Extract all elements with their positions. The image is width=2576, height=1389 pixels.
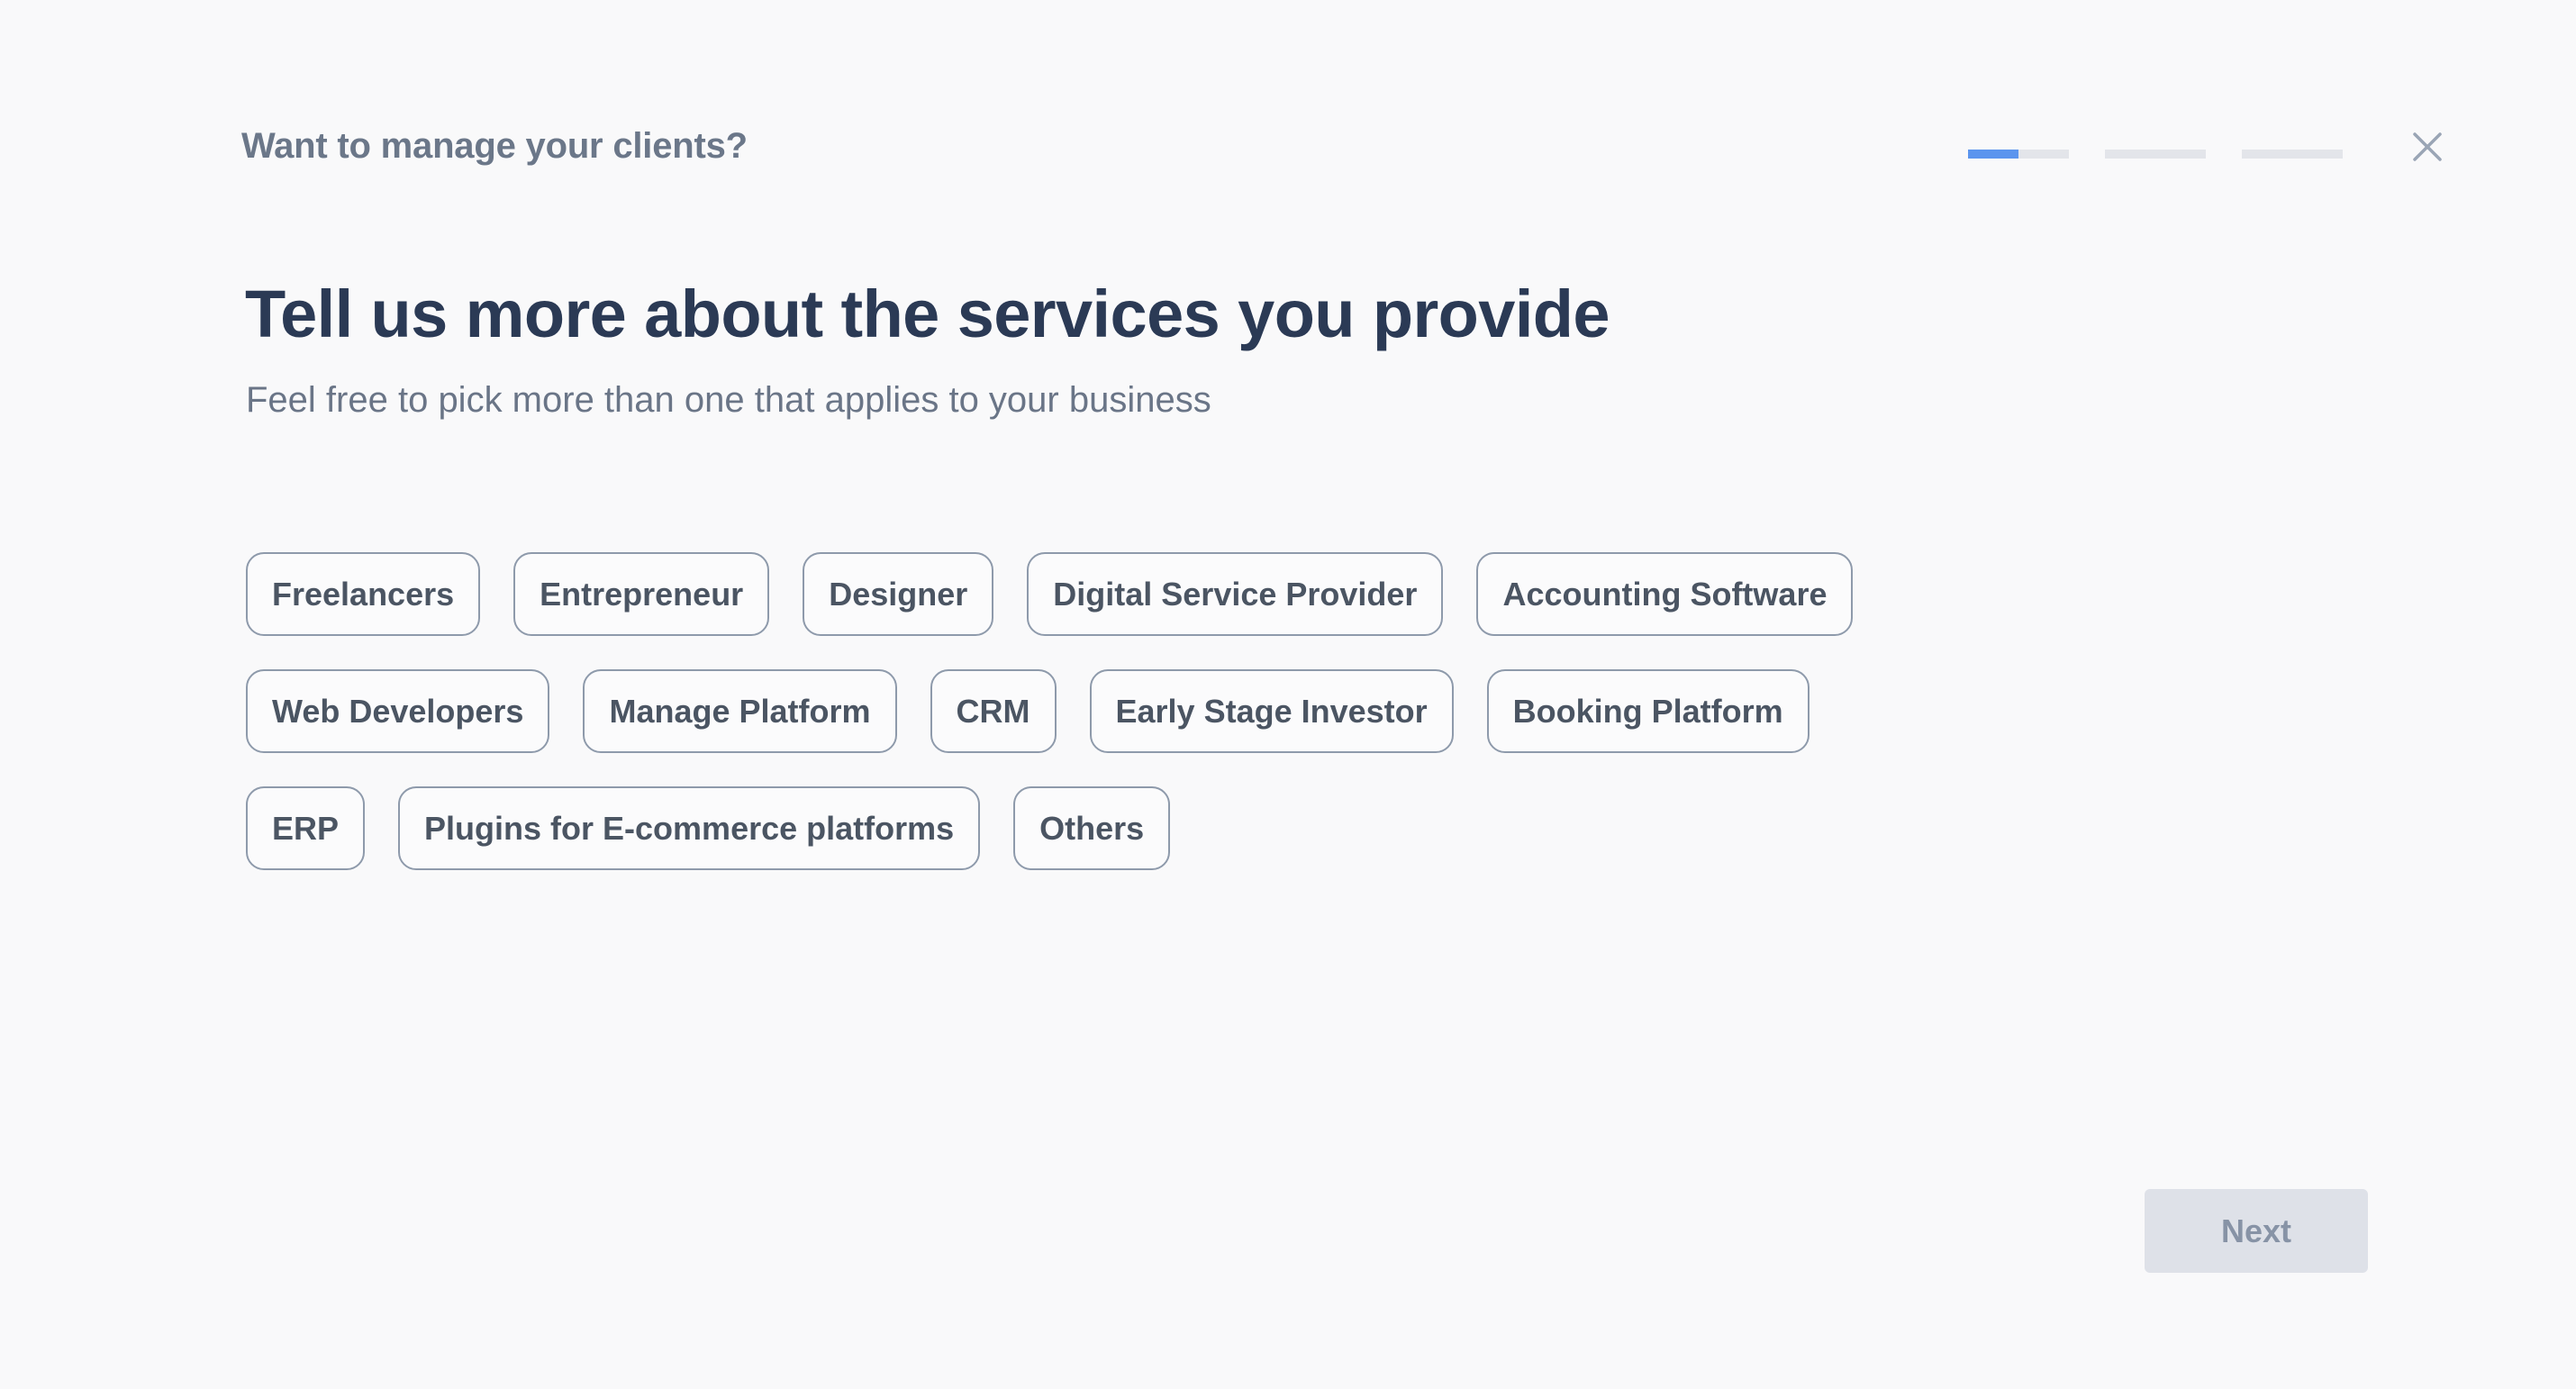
chip-entrepreneur[interactable]: Entrepreneur <box>513 552 770 636</box>
page-title: Tell us more about the services you prov… <box>245 277 1610 351</box>
chip-designer[interactable]: Designer <box>803 552 994 636</box>
progress-segment-1 <box>1968 150 2069 159</box>
chip-plugins-ecommerce[interactable]: Plugins for E-commerce platforms <box>398 786 981 870</box>
chip-others[interactable]: Others <box>1013 786 1171 870</box>
progress-segment-3 <box>2242 150 2343 159</box>
eyebrow-text: Want to manage your clients? <box>241 126 748 166</box>
page-subtitle: Feel free to pick more than one that app… <box>246 380 1211 420</box>
chip-digital-service-provider[interactable]: Digital Service Provider <box>1027 552 1444 636</box>
next-button[interactable]: Next <box>2145 1189 2368 1273</box>
chip-row-3: ERP Plugins for E-commerce platforms Oth… <box>246 786 1867 870</box>
service-options: Freelancers Entrepreneur Designer Digita… <box>246 552 1867 903</box>
chip-erp[interactable]: ERP <box>246 786 366 870</box>
chip-row-2: Web Developers Manage Platform CRM Early… <box>246 669 1867 753</box>
chip-freelancers[interactable]: Freelancers <box>246 552 481 636</box>
chip-booking-platform[interactable]: Booking Platform <box>1486 669 1810 753</box>
chip-accounting-software[interactable]: Accounting Software <box>1476 552 1854 636</box>
chip-row-1: Freelancers Entrepreneur Designer Digita… <box>246 552 1867 636</box>
chip-early-stage-investor[interactable]: Early Stage Investor <box>1089 669 1454 753</box>
close-button[interactable] <box>2408 128 2446 166</box>
chip-crm[interactable]: CRM <box>930 669 1057 753</box>
step-progress <box>1968 150 2343 159</box>
progress-fill-1 <box>1968 150 2018 159</box>
close-icon <box>2413 132 2442 161</box>
chip-web-developers[interactable]: Web Developers <box>246 669 550 753</box>
chip-manage-platform[interactable]: Manage Platform <box>583 669 897 753</box>
progress-segment-2 <box>2105 150 2206 159</box>
